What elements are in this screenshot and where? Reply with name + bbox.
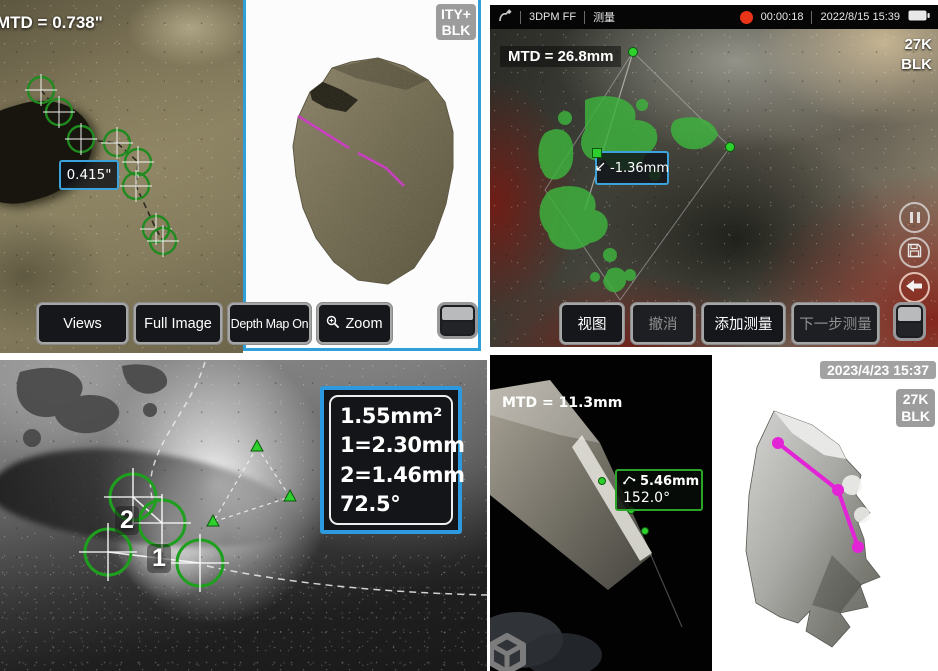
mtd-readout: MTD = 11.3mm: [502, 395, 622, 411]
add-measurement-button-label: 添加测量: [704, 305, 783, 342]
screenshot-collage: MTD = 0.738" 0.415": [0, 0, 938, 671]
resolution-badge: ITY+ BLK: [436, 4, 476, 40]
depth-icon: [595, 161, 607, 176]
length2-result: 2=1.46mm: [340, 461, 451, 489]
measurement-value-box[interactable]: -1.36mm: [595, 151, 669, 185]
resolution-badge: 27K BLK: [896, 389, 935, 427]
views-button-label: Views: [39, 305, 126, 342]
mode-label: 3DPM FF: [529, 11, 576, 23]
views-button[interactable]: 视图: [559, 302, 625, 345]
mtd-readout: MTD = 0.738": [0, 13, 103, 33]
next-measurement-button-label: 下一步测量: [794, 305, 877, 342]
zoom-button-label: Zoom: [345, 316, 382, 332]
angle-value: 152.0°: [623, 490, 695, 506]
point-cloud-shard: [246, 0, 478, 345]
point-cloud-view[interactable]: ITY+ BLK: [243, 0, 481, 351]
length1-result: 1=2.30mm: [340, 431, 451, 459]
panel-length-angle-measurement: MTD = 11.3mm 5.46mm 152.0°: [490, 355, 938, 671]
toolbar: Views Full Image Depth Map On Zoom: [36, 302, 393, 345]
separator: [520, 11, 521, 24]
zoom-button[interactable]: Zoom: [316, 302, 393, 345]
status-bar: 3DPM FF 测量 00:00:18 2022/8/15 15:39: [490, 5, 938, 29]
record-time: 00:00:18: [761, 11, 804, 23]
length-value: 5.46mm: [640, 474, 699, 489]
measurement-value: 0.415": [67, 167, 112, 183]
badge-line2: BLK: [901, 408, 930, 425]
depth-map-button[interactable]: Depth Map On: [227, 302, 312, 345]
battery-icon: [908, 10, 930, 24]
views-button-label: 视图: [562, 305, 622, 342]
badge-line2: BLK: [901, 55, 932, 75]
badge-line1: 27K: [901, 391, 930, 408]
inspection-image-view[interactable]: MTD = 0.738" 0.415": [0, 0, 243, 353]
point-label-1: 1: [147, 544, 171, 573]
full-image-button[interactable]: Full Image: [133, 302, 223, 345]
area-result: 1.55mm²: [340, 402, 451, 430]
badge-line2: BLK: [441, 22, 471, 38]
panel-stereo-measurement: MTD = 0.738" 0.415": [0, 0, 481, 353]
mtd-readout: MTD = 26.8mm: [500, 46, 621, 67]
separator: [584, 11, 585, 24]
badge-line1: 27K: [901, 35, 932, 55]
record-indicator: [740, 11, 753, 24]
full-image-button-label: Full Image: [136, 305, 220, 342]
measurement-value-box[interactable]: 0.415": [59, 160, 119, 190]
measure-point[interactable]: [641, 527, 649, 535]
image-split-toggle[interactable]: [437, 302, 478, 339]
cube-logo-icon: [490, 633, 528, 671]
panel-depth-measurement: 3DPM FF 测量 00:00:18 2022/8/15 15:39: [490, 5, 938, 347]
datetime: 2022/8/15 15:39: [820, 11, 900, 23]
angle-result: 72.5°: [340, 490, 451, 518]
resolution-badge: 27K BLK: [901, 35, 932, 74]
pause-button[interactable]: [899, 202, 930, 233]
measurement-value: -1.36mm: [610, 161, 669, 176]
toolbar: 视图 撤消 添加测量 下一步测量: [559, 302, 880, 345]
measurement-results-panel[interactable]: 1.55mm² 1=2.30mm 2=1.46mm 72.5°: [320, 386, 462, 534]
image-split-toggle[interactable]: [893, 302, 926, 341]
magnifier-icon: [326, 315, 340, 333]
point-label-2: 2: [115, 506, 139, 535]
measure-point[interactable]: [598, 477, 606, 485]
measurement-value-box[interactable]: 5.46mm 152.0°: [615, 469, 703, 511]
back-arrow-icon: [906, 279, 923, 297]
menu-measure-tab[interactable]: 测量: [593, 9, 615, 25]
save-button[interactable]: [899, 237, 930, 268]
depth-map-button-label: Depth Map On: [230, 305, 309, 342]
timestamp-badge: 2023/4/23 15:37: [820, 361, 936, 379]
undo-button-label: 撤消: [633, 305, 693, 342]
badge-line1: ITY+: [441, 6, 471, 22]
save-icon: [907, 243, 922, 263]
views-button[interactable]: Views: [36, 302, 129, 345]
probe-icon: [498, 9, 512, 26]
add-measurement-button[interactable]: 添加测量: [701, 302, 786, 345]
separator: [811, 11, 812, 24]
undo-button[interactable]: 撤消: [630, 302, 696, 345]
next-measurement-button[interactable]: 下一步测量: [791, 302, 880, 345]
pause-icon: [910, 212, 920, 223]
panel-area-angle-measurement: 2 1 1.55mm² 1=2.30mm 2=1.46mm 72.5°: [0, 360, 487, 671]
polyline-length-icon: [623, 474, 636, 489]
inspection-image-view[interactable]: MTD = 11.3mm 5.46mm 152.0°: [490, 355, 712, 671]
back-button[interactable]: [899, 272, 930, 303]
